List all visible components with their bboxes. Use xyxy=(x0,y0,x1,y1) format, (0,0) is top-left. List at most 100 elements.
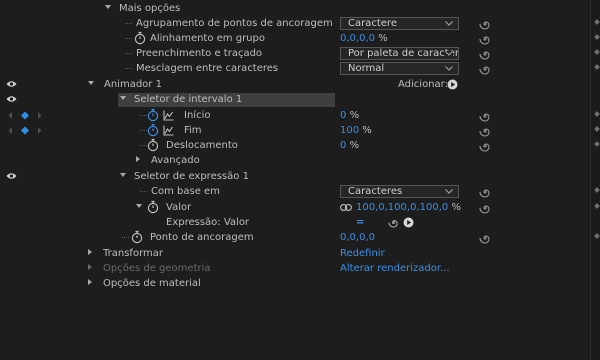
timeline-properties-panel: Mais opções Agrupamento de pontos de anc… xyxy=(0,0,600,360)
row-ponto-ancoragem: Ponto de ancoragem 0,0,0,0 xyxy=(0,230,590,245)
inicio-number[interactable]: 0 xyxy=(340,110,346,121)
play-circle-icon[interactable] xyxy=(447,79,458,90)
row-material[interactable]: Opções de material xyxy=(0,276,590,291)
alinhamento-value[interactable]: 0,0,0,0 % xyxy=(340,31,388,46)
spiral-link-icon[interactable] xyxy=(479,125,491,137)
fim-number[interactable]: 100 xyxy=(340,125,359,136)
twirl-down-icon[interactable] xyxy=(136,204,142,208)
twirl-down-icon[interactable] xyxy=(120,173,126,177)
mesclagem-dropdown[interactable]: Normal xyxy=(340,62,459,75)
expression-enable-toggle[interactable]: = xyxy=(356,215,364,230)
preenchimento-dropdown[interactable]: Por paleta de caractere xyxy=(340,47,459,60)
keyframe-navigator[interactable] xyxy=(8,111,44,120)
row-com-base: Com base em Caracteres xyxy=(0,184,590,199)
keyframe-diamond-icon xyxy=(594,49,600,55)
twirl-down-icon[interactable] xyxy=(105,5,111,9)
stopwatch-icon[interactable] xyxy=(147,200,159,214)
row-transformar[interactable]: Transformar Redefinir xyxy=(0,246,590,261)
twirl-down-icon[interactable] xyxy=(88,81,94,85)
keyframe-diamond-icon xyxy=(594,187,600,193)
preenchimento-label: Preenchimento e traçado xyxy=(136,48,263,59)
twirl-right-icon[interactable] xyxy=(136,156,140,162)
alinhamento-number[interactable]: 0,0,0,0 xyxy=(340,33,375,44)
eye-icon[interactable] xyxy=(6,172,17,180)
timeline-edge xyxy=(590,0,600,360)
stopwatch-icon[interactable] xyxy=(147,108,159,122)
row-mais-opcoes[interactable]: Mais opções xyxy=(0,1,590,16)
row-avancado[interactable]: Avançado xyxy=(0,153,590,168)
transformar-label: Transformar xyxy=(103,248,163,259)
keyframe-diamond-icon xyxy=(594,203,600,209)
row-seletor-expressao[interactable]: Seletor de expressão 1 xyxy=(0,169,590,184)
row-preenchimento: Preenchimento e traçado Por paleta de ca… xyxy=(0,46,590,61)
keyframe-diamond-icon xyxy=(594,64,600,70)
keyframe-navigator[interactable] xyxy=(8,126,44,135)
mesclagem-label: Mesclagem entre caracteres xyxy=(136,63,279,74)
chevron-down-icon xyxy=(445,189,453,194)
spiral-link-icon[interactable] xyxy=(479,202,491,214)
twirl-right-icon[interactable] xyxy=(88,249,92,255)
ponto-label: Ponto de ancoragem xyxy=(150,232,254,243)
row-deslocamento: Deslocamento 0 % xyxy=(0,138,590,153)
com-base-label: Com base em xyxy=(151,186,220,197)
keyframe-diamond-icon xyxy=(594,141,600,147)
inicio-label: Início xyxy=(184,110,211,121)
keyframe-diamond-icon xyxy=(594,19,600,25)
tree-connector xyxy=(125,38,132,39)
keyframe-diamond-icon xyxy=(594,34,600,40)
stopwatch-icon[interactable] xyxy=(147,123,159,137)
empty-panel-area xyxy=(0,300,590,360)
spiral-link-icon[interactable] xyxy=(479,33,491,45)
stopwatch-icon[interactable] xyxy=(147,138,159,152)
keyframe-diamond-icon xyxy=(594,126,600,132)
twirl-right-icon[interactable] xyxy=(88,279,92,285)
fim-label: Fim xyxy=(184,125,202,136)
row-seletor-intervalo[interactable]: Seletor de intervalo 1 xyxy=(0,92,590,107)
redefinir-link[interactable]: Redefinir xyxy=(340,246,385,261)
alterar-renderizador-link[interactable]: Alterar renderizador... xyxy=(340,261,450,276)
spiral-link-icon[interactable] xyxy=(479,140,491,152)
row-fim: Fim 100 % xyxy=(0,123,590,138)
twirl-down-icon[interactable] xyxy=(120,96,126,100)
preenchimento-value: Por paleta de caractere xyxy=(348,48,459,59)
spiral-link-icon[interactable] xyxy=(388,217,399,228)
eye-icon[interactable] xyxy=(6,95,17,103)
seletor-expressao-label: Seletor de expressão 1 xyxy=(134,171,249,182)
stopwatch-icon[interactable] xyxy=(131,230,143,244)
agrupamento-dropdown[interactable]: Caractere xyxy=(340,17,459,30)
animador-label: Animador 1 xyxy=(104,79,162,90)
deslocamento-value[interactable]: 0 % xyxy=(340,138,359,153)
chain-link-icon[interactable] xyxy=(340,204,352,211)
spiral-link-icon[interactable] xyxy=(479,48,491,60)
agrupamento-label: Agrupamento de pontos de ancoragem xyxy=(136,18,333,29)
play-circle-icon[interactable] xyxy=(403,217,414,228)
spiral-link-icon[interactable] xyxy=(479,232,491,244)
spiral-link-icon[interactable] xyxy=(479,110,491,122)
chevron-down-icon xyxy=(445,51,453,56)
ponto-value[interactable]: 0,0,0,0 xyxy=(340,230,375,245)
spiral-link-icon[interactable] xyxy=(479,186,491,198)
eye-icon[interactable] xyxy=(6,80,17,88)
tree-connector xyxy=(125,53,132,54)
valor-value[interactable]: 100,0,100,0,100,0 % xyxy=(356,200,461,215)
valor-number[interactable]: 100,0,100,0,100,0 xyxy=(356,202,448,213)
row-animador[interactable]: Animador 1 Adicionar: xyxy=(0,77,590,92)
spiral-link-icon[interactable] xyxy=(479,18,491,30)
alinhamento-label: Alinhamento em grupo xyxy=(150,33,265,44)
fim-value[interactable]: 100 % xyxy=(340,123,372,138)
spiral-link-icon[interactable] xyxy=(479,63,491,75)
alinhamento-unit: % xyxy=(378,33,388,44)
graph-icon[interactable] xyxy=(163,110,174,121)
tree-connector xyxy=(140,145,147,146)
com-base-dropdown[interactable]: Caracteres xyxy=(340,185,459,198)
row-valor: Valor 100,0,100,0,100,0 % xyxy=(0,200,590,215)
inicio-value[interactable]: 0 % xyxy=(340,108,359,123)
graph-icon[interactable] xyxy=(163,125,174,136)
deslocamento-number[interactable]: 0 xyxy=(340,140,346,151)
agrupamento-value: Caractere xyxy=(348,18,397,29)
deslocamento-label: Deslocamento xyxy=(166,140,238,151)
valor-label: Valor xyxy=(166,202,192,213)
stopwatch-icon[interactable] xyxy=(134,31,146,45)
tree-connector xyxy=(122,237,129,238)
chevron-down-icon xyxy=(445,21,453,26)
